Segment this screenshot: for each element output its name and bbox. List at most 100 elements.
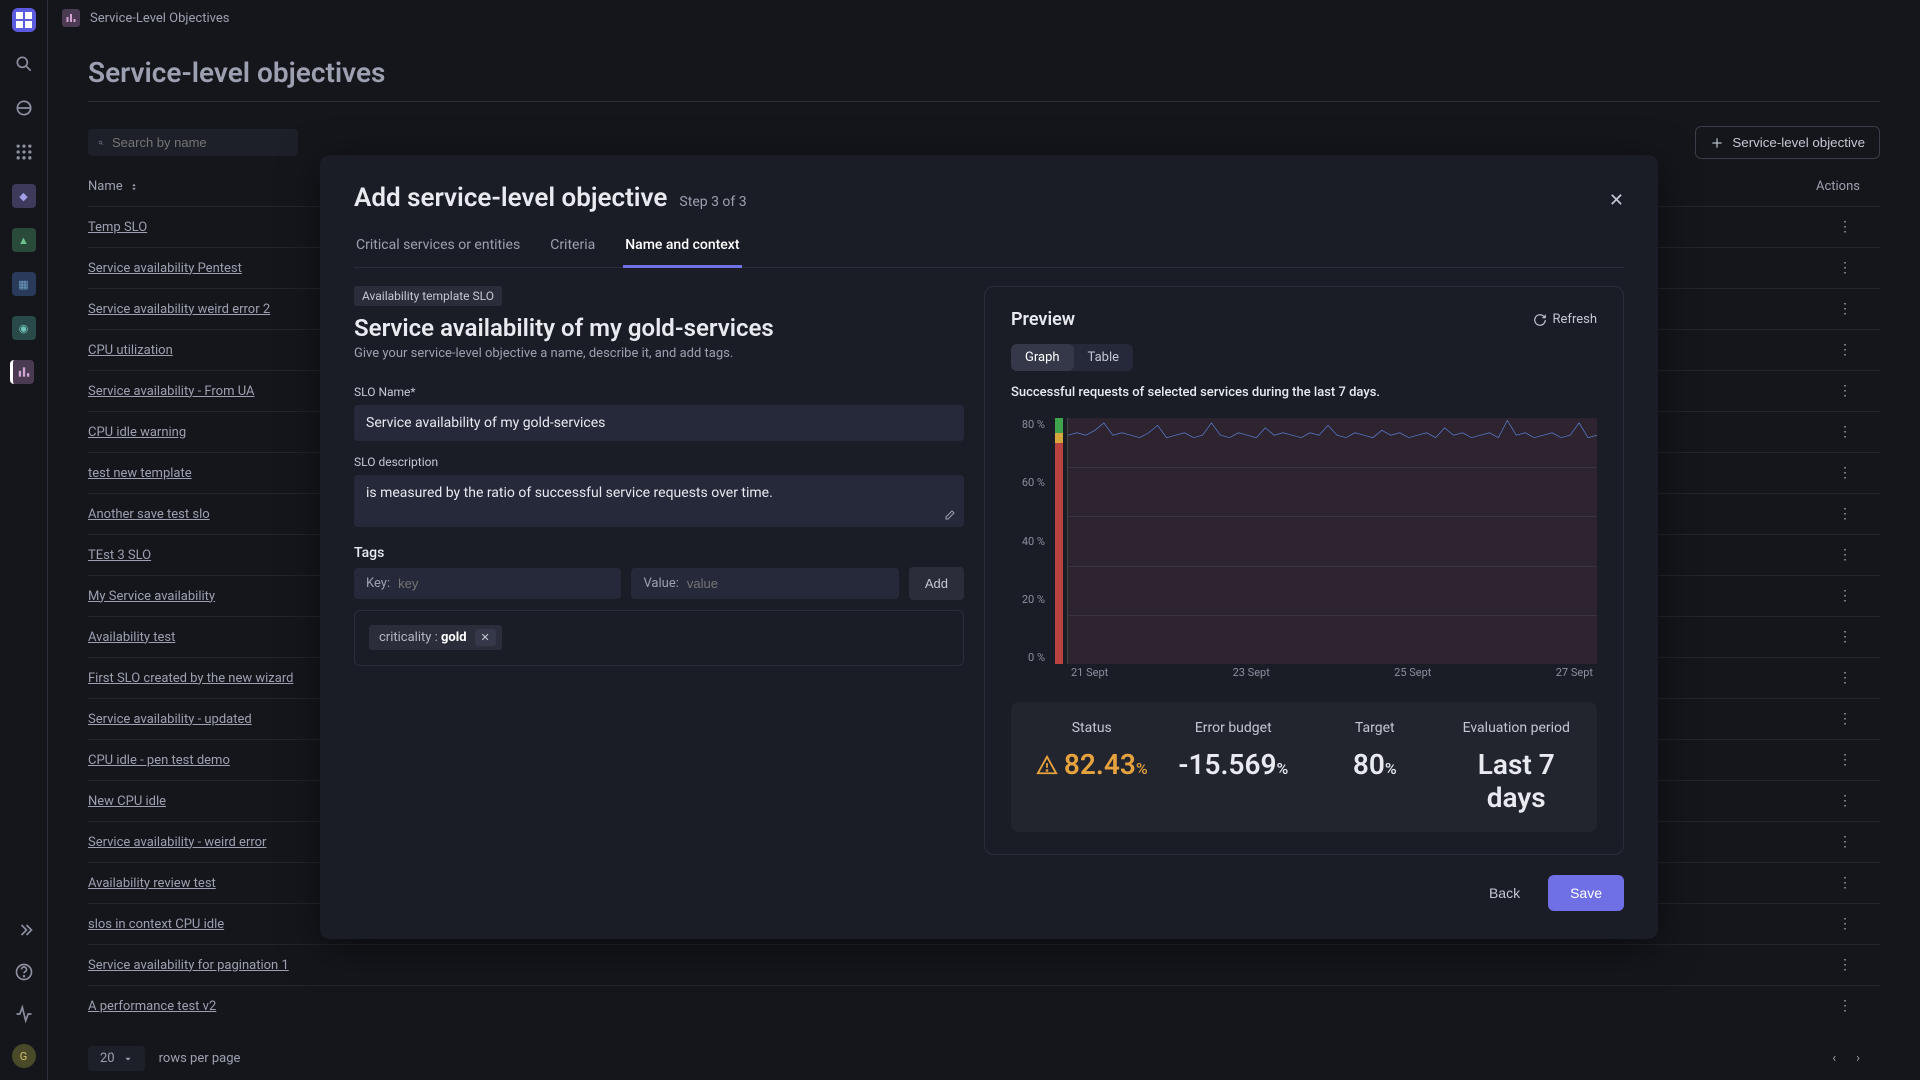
stat-target: Target 80% <box>1304 720 1446 814</box>
row-actions-button[interactable]: ⋮ <box>1780 219 1880 235</box>
row-actions-button[interactable]: ⋮ <box>1780 752 1880 768</box>
slo-link[interactable]: A performance test v2 <box>88 999 216 1014</box>
row-actions-button[interactable]: ⋮ <box>1780 670 1880 686</box>
preview-tabs: Graph Table <box>1011 344 1133 371</box>
chip-key: criticality <box>379 630 431 645</box>
x-tick: 21 Sept <box>1071 666 1108 680</box>
period-label: Evaluation period <box>1446 720 1588 736</box>
stat-period: Evaluation period Last 7 days <box>1446 720 1588 814</box>
row-actions-button[interactable]: ⋮ <box>1780 834 1880 850</box>
preview-panel: Preview Refresh Graph Table Successful r… <box>984 286 1624 855</box>
tag-key-field[interactable] <box>398 576 609 591</box>
add-slo-button[interactable]: Service-level objective <box>1695 126 1880 159</box>
tab-graph[interactable]: Graph <box>1011 344 1074 371</box>
preview-title: Preview <box>1011 309 1075 330</box>
tag-value-input[interactable]: Value: <box>631 568 898 599</box>
row-actions-button[interactable]: ⋮ <box>1780 342 1880 358</box>
threshold-strip <box>1055 418 1063 664</box>
slo-link[interactable]: Service availability Pentest <box>88 261 242 276</box>
modal-close-button[interactable]: ✕ <box>1609 190 1624 211</box>
slo-desc-input[interactable] <box>354 475 964 527</box>
slo-link[interactable]: Temp SLO <box>88 220 147 235</box>
tab-criteria[interactable]: Criteria <box>548 227 597 267</box>
row-actions-button[interactable]: ⋮ <box>1780 424 1880 440</box>
slo-link[interactable]: Service availability weird error 2 <box>88 302 270 317</box>
row-actions-button[interactable]: ⋮ <box>1780 383 1880 399</box>
slo-link[interactable]: Another save test slo <box>88 507 210 522</box>
slo-link[interactable]: CPU idle - pen test demo <box>88 753 230 768</box>
row-actions-button[interactable]: ⋮ <box>1780 793 1880 809</box>
row-actions-button[interactable]: ⋮ <box>1780 588 1880 604</box>
activity-icon[interactable] <box>12 1002 36 1026</box>
search-field[interactable] <box>112 135 288 150</box>
slo-link[interactable]: New CPU idle <box>88 794 166 809</box>
search-input[interactable] <box>88 129 298 156</box>
tag-key-input[interactable]: Key: <box>354 568 621 599</box>
next-page-button[interactable]: › <box>1856 1051 1860 1066</box>
grid-icon[interactable] <box>12 140 36 164</box>
pinned-app-1[interactable]: ◆ <box>12 184 36 208</box>
refresh-button[interactable]: Refresh <box>1533 312 1597 327</box>
slo-link[interactable]: Service availability - updated <box>88 712 252 727</box>
edit-icon[interactable] <box>944 509 956 521</box>
row-actions-button[interactable]: ⋮ <box>1780 260 1880 276</box>
back-button[interactable]: Back <box>1473 875 1536 911</box>
expand-rail-icon[interactable] <box>12 918 36 942</box>
slo-link[interactable]: test new template <box>88 466 192 481</box>
page-size-select[interactable]: 20 <box>88 1046 145 1071</box>
slo-link[interactable]: CPU utilization <box>88 343 173 358</box>
stats-bar: Status 82.43% Error budget -15.569% Targ… <box>1011 702 1597 832</box>
pinned-app-3[interactable]: ▦ <box>12 272 36 296</box>
apps-icon[interactable] <box>12 96 36 120</box>
pinned-app-slo[interactable] <box>10 360 34 384</box>
row-actions-button[interactable]: ⋮ <box>1780 998 1880 1014</box>
status-value: 82.43% <box>1036 748 1148 781</box>
y-tick: 60 % <box>1011 476 1045 489</box>
form-column: Availability template SLO Service availa… <box>354 286 964 855</box>
slo-name-input[interactable] <box>354 405 964 441</box>
add-tag-button[interactable]: Add <box>909 567 964 600</box>
divider <box>88 101 1880 102</box>
remove-tag-button[interactable]: ✕ <box>475 629 496 646</box>
slo-link[interactable]: First SLO created by the new wizard <box>88 671 293 686</box>
app-icon <box>62 9 80 27</box>
slo-link[interactable]: CPU idle warning <box>88 425 186 440</box>
slo-link[interactable]: slos in context CPU idle <box>88 917 224 932</box>
search-icon[interactable] <box>12 52 36 76</box>
row-actions-button[interactable]: ⋮ <box>1780 916 1880 932</box>
slo-link[interactable]: Availability review test <box>88 876 216 891</box>
tab-critical-services[interactable]: Critical services or entities <box>354 227 522 267</box>
tag-value-field[interactable] <box>687 576 887 591</box>
help-icon[interactable] <box>12 960 36 984</box>
add-slo-label: Service-level objective <box>1732 135 1865 150</box>
modal-header: Add service-level objective Step 3 of 3 … <box>354 183 1624 213</box>
row-actions-button[interactable]: ⋮ <box>1780 875 1880 891</box>
tab-table[interactable]: Table <box>1074 344 1133 371</box>
prev-page-button[interactable]: ‹ <box>1832 1051 1836 1066</box>
row-actions-button[interactable]: ⋮ <box>1780 629 1880 645</box>
row-actions-button[interactable]: ⋮ <box>1780 957 1880 973</box>
search-icon <box>98 136 104 150</box>
slo-link[interactable]: TEst 3 SLO <box>88 548 151 563</box>
slo-link[interactable]: Service availability - weird error <box>88 835 266 850</box>
pinned-app-4[interactable]: ◉ <box>12 316 36 340</box>
table-row: A performance test v2 ⋮ <box>88 985 1880 1026</box>
slo-link[interactable]: Service availability - From UA <box>88 384 255 399</box>
slo-link[interactable]: Availability test <box>88 630 175 645</box>
row-actions-button[interactable]: ⋮ <box>1780 711 1880 727</box>
tab-name-context[interactable]: Name and context <box>623 227 741 268</box>
slo-link[interactable]: Service availability for pagination 1 <box>88 958 289 973</box>
brand-logo[interactable] <box>12 8 36 32</box>
slo-link[interactable]: My Service availability <box>88 589 215 604</box>
y-tick: 40 % <box>1011 535 1045 548</box>
row-actions-button[interactable]: ⋮ <box>1780 465 1880 481</box>
pinned-app-2[interactable]: ▲ <box>12 228 36 252</box>
save-button[interactable]: Save <box>1548 875 1624 911</box>
user-avatar[interactable]: G <box>12 1044 36 1068</box>
row-actions-button[interactable]: ⋮ <box>1780 547 1880 563</box>
col-name-label: Name <box>88 179 123 194</box>
row-actions-button[interactable]: ⋮ <box>1780 506 1880 522</box>
target-pct: % <box>1385 759 1397 778</box>
row-actions-button[interactable]: ⋮ <box>1780 301 1880 317</box>
add-slo-modal: Add service-level objective Step 3 of 3 … <box>320 155 1658 939</box>
